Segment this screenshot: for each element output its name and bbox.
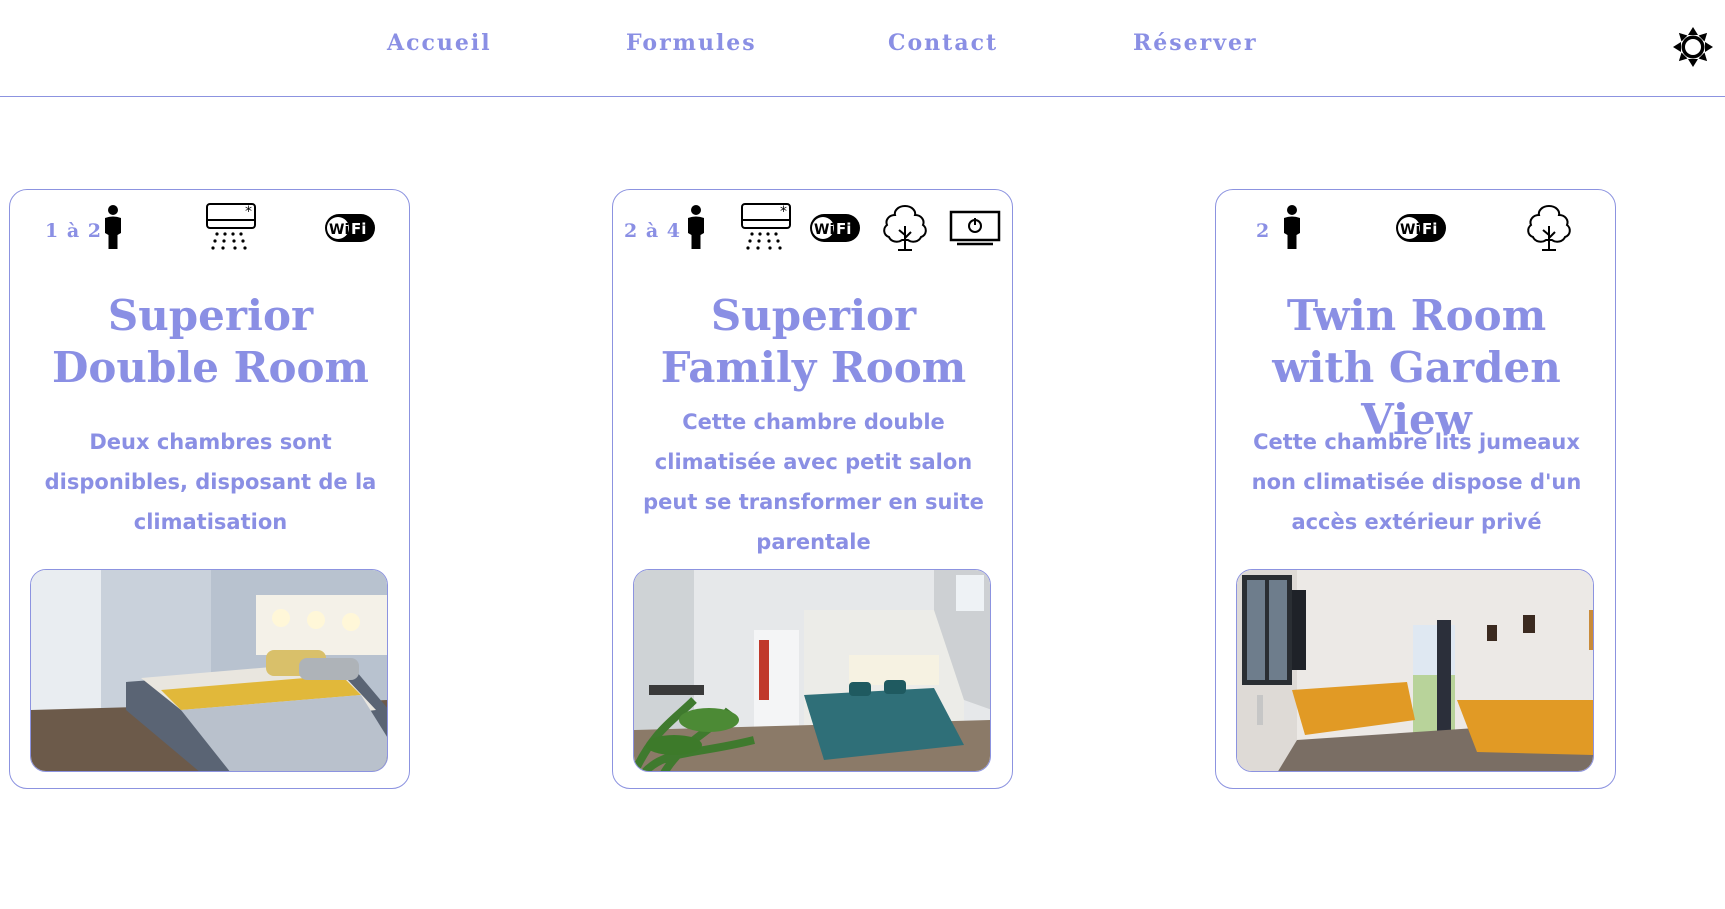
person-icon	[102, 204, 124, 254]
wifi-icon: Wi Fi	[324, 210, 376, 250]
svg-text:Wi: Wi	[1400, 222, 1420, 238]
top-navigation: Accueil Formules Contact Réserver	[0, 0, 1725, 97]
room-description: Cette chambre lits jumeaux non climatisé…	[1251, 430, 1582, 534]
wifi-icon: Wi Fi	[1395, 210, 1447, 250]
svg-text:*: *	[780, 204, 787, 220]
room-title: Superior Family Room	[660, 291, 967, 392]
svg-text:Fi: Fi	[1422, 220, 1437, 238]
capacity-label: 1 à 2	[45, 220, 102, 242]
air-conditioning-icon: *	[740, 202, 792, 258]
sun-icon[interactable]	[1672, 26, 1714, 68]
svg-text:Fi: Fi	[351, 220, 366, 238]
amenity-icons: 1 à 2 * Wi Fi	[10, 190, 409, 260]
svg-text:Wi: Wi	[329, 222, 349, 238]
person-icon	[1281, 204, 1303, 254]
amenity-icons: 2 à 4 * Wi Fi	[613, 190, 1012, 260]
amenity-icons: 2 Wi Fi	[1216, 190, 1615, 260]
svg-text:Wi: Wi	[814, 222, 834, 238]
family-room-photo	[633, 569, 991, 772]
twin-room-photo	[1236, 569, 1594, 772]
room-card-superior-double[interactable]: 1 à 2 * Wi Fi Superior Double Room Deux c…	[9, 189, 410, 789]
air-conditioning-icon: *	[205, 202, 257, 258]
svg-text:*: *	[245, 204, 252, 220]
tree-icon	[880, 202, 930, 256]
nav-link-accueil[interactable]: Accueil	[387, 30, 492, 56]
tv-icon	[949, 210, 1001, 250]
nav-link-contact[interactable]: Contact	[888, 30, 998, 56]
capacity-label: 2 à 4	[624, 220, 681, 242]
wifi-icon: Wi Fi	[809, 210, 861, 250]
svg-text:Fi: Fi	[836, 220, 851, 238]
room-card-superior-family[interactable]: 2 à 4 * Wi Fi Superior Family Room Cette …	[612, 189, 1013, 789]
tree-icon	[1524, 202, 1574, 256]
room-description: Cette chambre double climatisée avec pet…	[643, 410, 984, 554]
room-description: Deux chambres sont disponibles, disposan…	[44, 430, 377, 534]
nav-link-reserver[interactable]: Réserver	[1133, 30, 1258, 56]
room-title: Superior Double Room	[51, 291, 369, 392]
nav-link-formules[interactable]: Formules	[626, 30, 757, 56]
room-card-twin-garden[interactable]: 2 Wi Fi Twin Room with Garden View Cette …	[1215, 189, 1616, 789]
person-icon	[685, 204, 707, 254]
bedroom-photo	[30, 569, 388, 772]
capacity-label: 2	[1256, 220, 1271, 242]
